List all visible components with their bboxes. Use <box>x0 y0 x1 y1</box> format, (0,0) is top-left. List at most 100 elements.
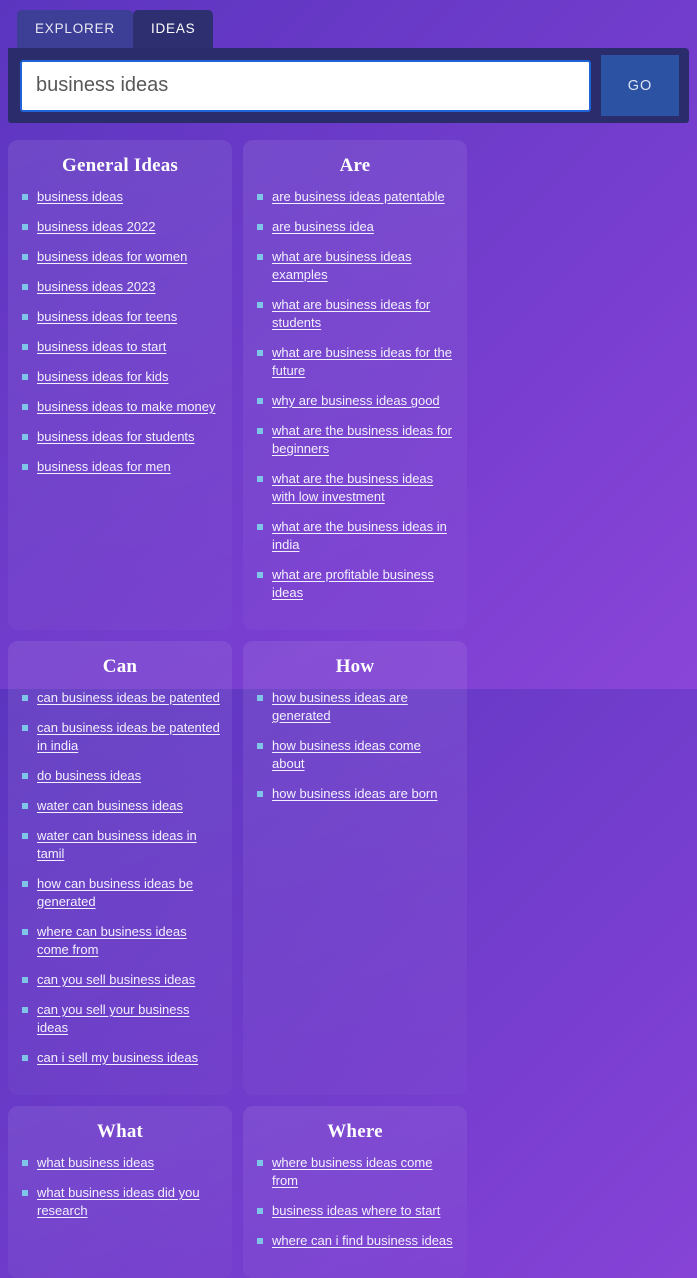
keyword-link[interactable]: business ideas where to start <box>272 1203 440 1218</box>
keyword-link[interactable]: can business ideas be patented in india <box>37 720 220 753</box>
list-item: business ideas for women <box>20 248 220 266</box>
keyword-link[interactable]: business ideas <box>37 189 123 204</box>
keyword-link[interactable]: business ideas for kids <box>37 369 169 384</box>
keyword-link[interactable]: business ideas 2023 <box>37 279 156 294</box>
keyword-link[interactable]: can business ideas be patented <box>37 690 220 705</box>
keyword-link[interactable]: what are business ideas for the future <box>272 345 452 378</box>
keyword-link[interactable]: what are business ideas for students <box>272 297 430 330</box>
keyword-list: what business ideas what business ideas … <box>20 1154 220 1220</box>
keyword-link[interactable]: what business ideas <box>37 1155 154 1170</box>
keyword-card-how: How how business ideas are generated how… <box>243 641 467 1095</box>
keyword-link[interactable]: how business ideas are born <box>272 786 438 801</box>
card-title: What <box>96 1121 144 1142</box>
list-item: how business ideas are generated <box>255 689 455 725</box>
keyword-link[interactable]: how can business ideas be generated <box>37 876 193 909</box>
tab-ideas[interactable]: IDEAS <box>132 10 214 48</box>
search-panel: business ideas GO <box>8 48 689 123</box>
list-item: how business ideas are born <box>255 785 455 803</box>
keyword-link[interactable]: what are the business ideas for beginner… <box>272 423 452 456</box>
keyword-link[interactable]: are business ideas patentable <box>272 189 445 204</box>
list-item: how business ideas come about <box>255 737 455 773</box>
list-item: what are the business ideas in india <box>255 518 455 554</box>
list-item: where can business ideas come from <box>20 923 220 959</box>
list-item: business ideas <box>20 188 220 206</box>
list-item: business ideas for men <box>20 458 220 476</box>
list-item: business ideas 2023 <box>20 278 220 296</box>
keyword-link[interactable]: how business ideas come about <box>272 738 421 771</box>
keyword-list: are business ideas patentable are busine… <box>255 188 455 602</box>
keyword-list: business ideas business ideas 2022 busin… <box>20 188 220 476</box>
keyword-card-can: Can can business ideas be patented can b… <box>8 641 232 1095</box>
list-item: business ideas where to start <box>255 1202 455 1220</box>
list-item: business ideas to start <box>20 338 220 356</box>
tab-explorer[interactable]: EXPLORER <box>17 10 133 48</box>
keyword-link[interactable]: business ideas for teens <box>37 309 177 324</box>
keyword-link[interactable]: water can business ideas in tamil <box>37 828 197 861</box>
list-item: can i sell my business ideas <box>20 1049 220 1067</box>
list-item: what are business ideas for the future <box>255 344 455 380</box>
tab-ideas-label: IDEAS <box>150 21 196 36</box>
keyword-list: where business ideas come from business … <box>255 1154 455 1250</box>
list-item: what are profitable business ideas <box>255 566 455 602</box>
list-item: can you sell business ideas <box>20 971 220 989</box>
keyword-link[interactable]: business ideas for women <box>37 249 187 264</box>
go-button-label: GO <box>627 77 653 94</box>
keyword-link[interactable]: what are business ideas examples <box>272 249 411 282</box>
list-item: are business idea <box>255 218 455 236</box>
list-item: business ideas 2022 <box>20 218 220 236</box>
search-input[interactable]: business ideas <box>20 59 591 112</box>
card-title: Can <box>102 656 138 677</box>
list-item: what business ideas <box>20 1154 220 1172</box>
keyword-card-grid: General Ideas business ideas business id… <box>0 123 697 1278</box>
keyword-link[interactable]: can you sell business ideas <box>37 972 195 987</box>
list-item: why are business ideas good <box>255 392 455 410</box>
keyword-link[interactable]: business ideas to make money <box>37 399 215 414</box>
list-item: do business ideas <box>20 767 220 785</box>
keyword-link[interactable]: what business ideas did you research <box>37 1185 200 1218</box>
list-item: business ideas for students <box>20 428 220 446</box>
keyword-link[interactable]: what are profitable business ideas <box>272 567 434 600</box>
keyword-link[interactable]: where business ideas come from <box>272 1155 432 1188</box>
list-item: business ideas for kids <box>20 368 220 386</box>
keyword-link[interactable]: can you sell your business ideas <box>37 1002 189 1035</box>
keyword-list: can business ideas be patented can busin… <box>20 689 220 1067</box>
keyword-link[interactable]: where can business ideas come from <box>37 924 187 957</box>
list-item: what are business ideas for students <box>255 296 455 332</box>
keyword-link[interactable]: business ideas for men <box>37 459 171 474</box>
list-item: are business ideas patentable <box>255 188 455 206</box>
list-item: what are the business ideas for beginner… <box>255 422 455 458</box>
keyword-link[interactable]: what are the business ideas with low inv… <box>272 471 433 504</box>
list-item: water can business ideas in tamil <box>20 827 220 863</box>
list-item: water can business ideas <box>20 797 220 815</box>
keyword-link[interactable]: can i sell my business ideas <box>37 1050 198 1065</box>
keyword-card-what: What what business ideas what business i… <box>8 1106 232 1278</box>
card-title: Are <box>339 155 371 176</box>
app-root: EXPLORER IDEAS business ideas GO General… <box>0 0 697 1278</box>
keyword-link[interactable]: what are the business ideas in india <box>272 519 447 552</box>
keyword-link[interactable]: where can i find business ideas <box>272 1233 453 1248</box>
keyword-link[interactable]: do business ideas <box>37 768 141 783</box>
keyword-link[interactable]: business ideas to start <box>37 339 166 354</box>
keyword-link[interactable]: business ideas 2022 <box>37 219 156 234</box>
list-item: where business ideas come from <box>255 1154 455 1190</box>
keyword-link[interactable]: water can business ideas <box>37 798 183 813</box>
card-title: Where <box>327 1121 383 1142</box>
tab-explorer-label: EXPLORER <box>35 21 115 36</box>
go-button[interactable]: GO <box>601 55 679 116</box>
list-item: can business ideas be patented in india <box>20 719 220 755</box>
list-item: where can i find business ideas <box>255 1232 455 1250</box>
keyword-card-where: Where where business ideas come from bus… <box>243 1106 467 1278</box>
keyword-link[interactable]: are business idea <box>272 219 374 234</box>
tab-bar: EXPLORER IDEAS <box>0 0 697 48</box>
list-item: can you sell your business ideas <box>20 1001 220 1037</box>
list-item: what are the business ideas with low inv… <box>255 470 455 506</box>
list-item: what business ideas did you research <box>20 1184 220 1220</box>
card-title: General Ideas <box>61 155 179 176</box>
keyword-list: how business ideas are generated how bus… <box>255 689 455 803</box>
list-item: what are business ideas examples <box>255 248 455 284</box>
keyword-link[interactable]: business ideas for students <box>37 429 195 444</box>
keyword-card-general-ideas: General Ideas business ideas business id… <box>8 140 232 630</box>
list-item: can business ideas be patented <box>20 689 220 707</box>
keyword-link[interactable]: why are business ideas good <box>272 393 440 408</box>
keyword-link[interactable]: how business ideas are generated <box>272 690 408 723</box>
